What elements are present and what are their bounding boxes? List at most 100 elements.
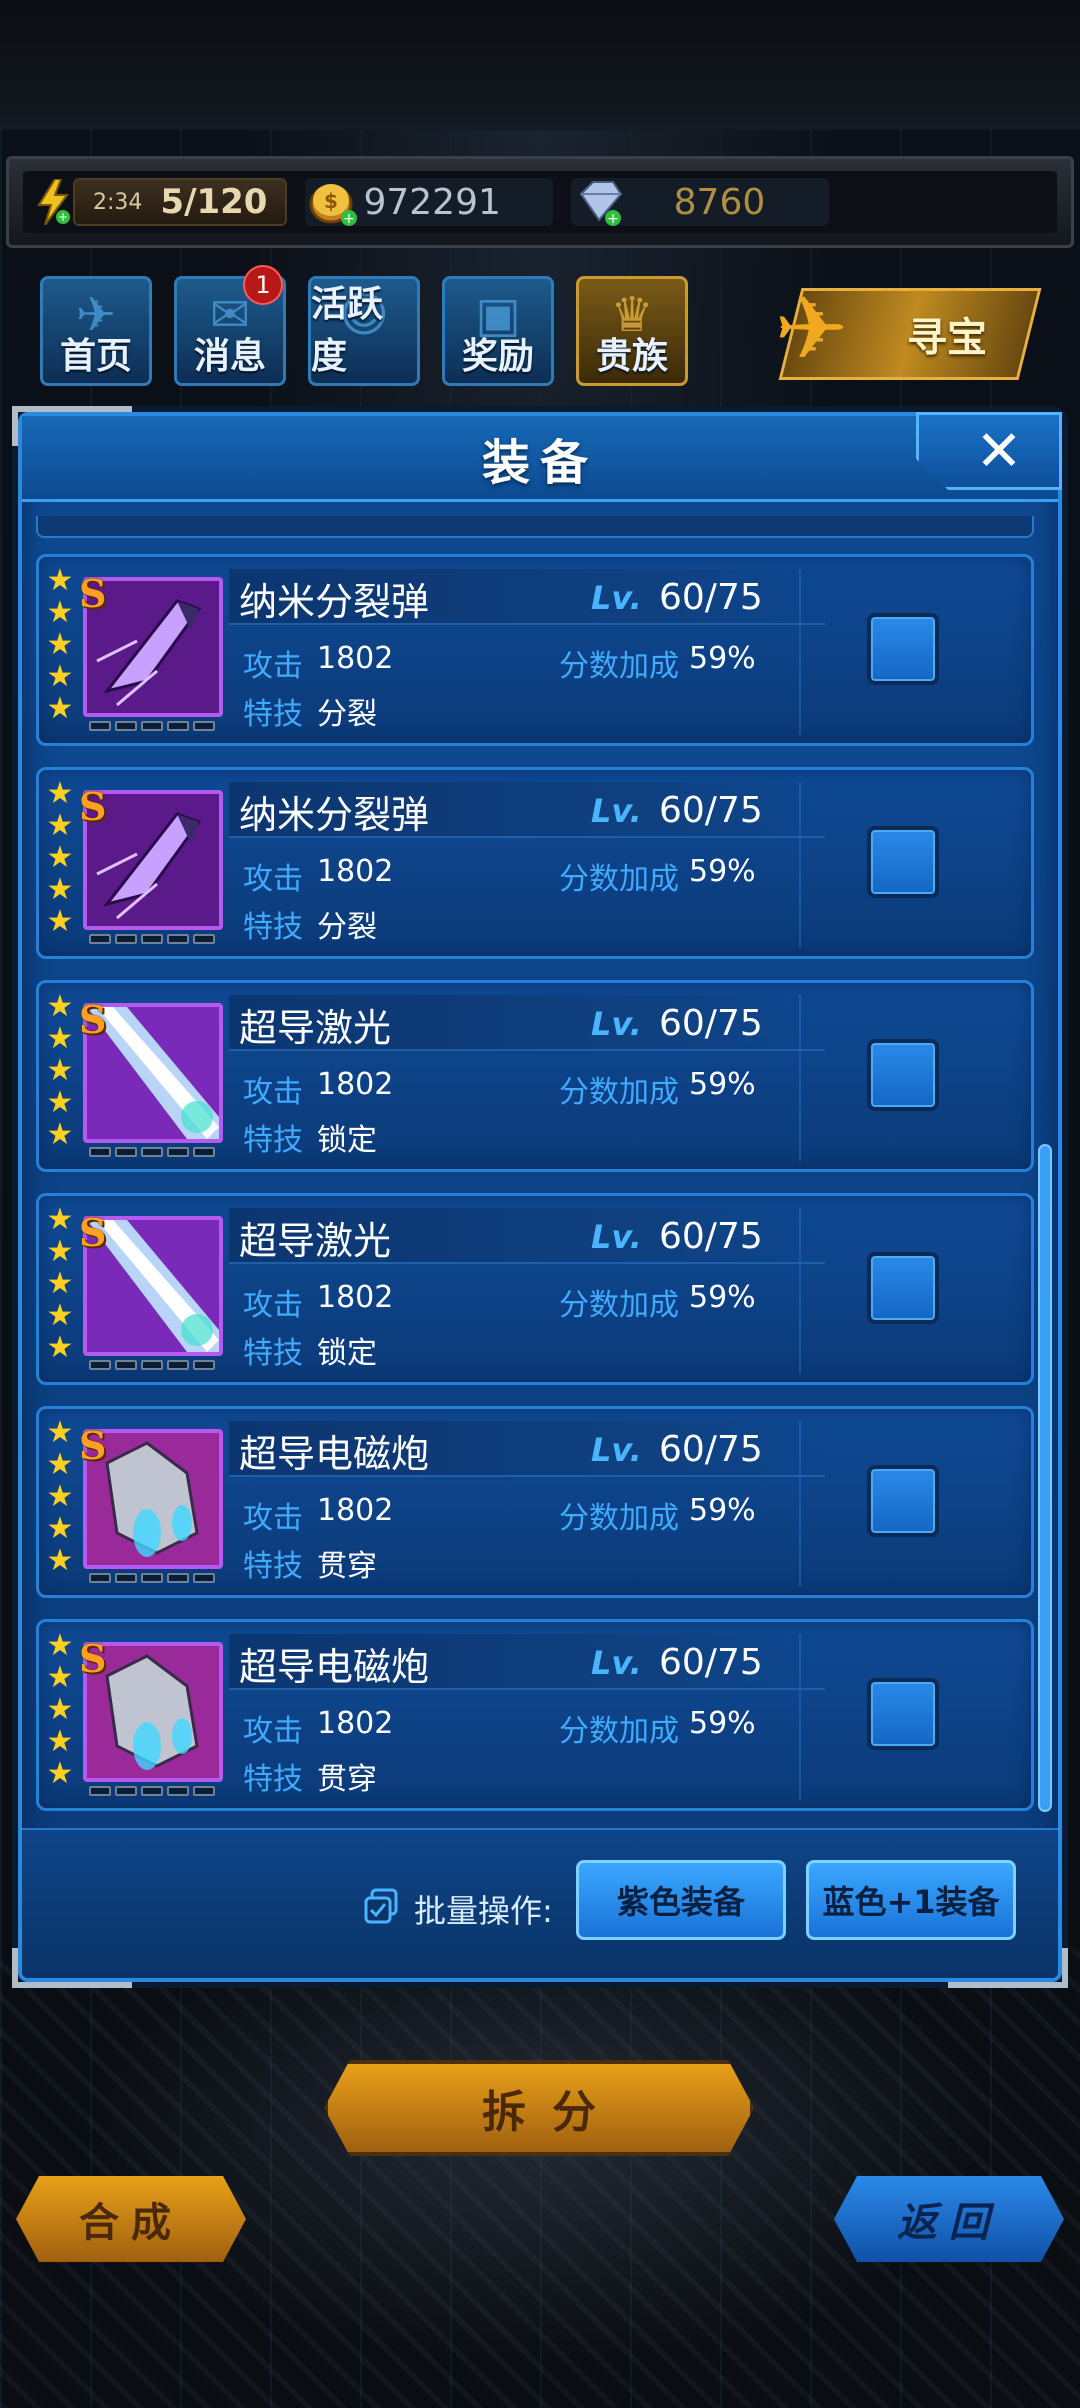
divider — [799, 1208, 801, 1374]
nav-home-label: 首页 — [59, 336, 132, 377]
bonus-value: 59% — [689, 854, 756, 889]
top-mech-frame — [0, 0, 1080, 130]
slot-icon — [115, 721, 137, 731]
nav-rewards-label: 奖励 — [461, 336, 534, 377]
merge-button[interactable]: 合成 — [16, 2176, 246, 2262]
rank-badge: S — [79, 997, 107, 1042]
attack-value: 1802 — [317, 1067, 394, 1102]
split-button[interactable]: 拆分 — [324, 2060, 754, 2156]
nav-noble-button[interactable]: ♛ 贵族 — [576, 276, 688, 386]
gem-group[interactable]: + 8760 — [571, 178, 830, 227]
select-checkbox[interactable] — [867, 826, 939, 898]
svg-text:+: + — [58, 210, 68, 224]
rank-badge: S — [79, 1423, 107, 1468]
treasure-button[interactable]: ✈ 寻宝 — [774, 277, 1042, 380]
star-icon: ★ — [46, 659, 74, 694]
level-tag: Lv. — [591, 1431, 642, 1469]
slot-icon — [89, 1147, 111, 1157]
skill-value: 分裂 — [317, 697, 377, 732]
slot-icon — [141, 1147, 163, 1157]
skill-label: 特技 — [243, 1336, 303, 1371]
nav-activity-label: 活跃度 — [311, 284, 384, 377]
resource-bar: + 2:34 5/120 $ + 972291 + 8760 — [6, 156, 1074, 248]
select-purple-button[interactable]: 紫色装备 — [576, 1860, 786, 1940]
item-name: 超导激光 — [239, 1219, 392, 1263]
star-icon: ★ — [46, 1415, 74, 1450]
select-checkbox[interactable] — [867, 613, 939, 685]
list-item[interactable]: ★ ★ ★ ★ ★ S 超导激光 Lv. 60/75 攻击 1802 分数加成 59% … — [36, 1193, 1034, 1385]
equipment-list[interactable]: ★ ★ ★ ★ ★ S 纳米分裂弹 Lv. 60/75 攻击 1802 分数加成 59%… — [36, 516, 1034, 1826]
level-value: 60/75 — [659, 1429, 763, 1470]
rarity-stars: ★ ★ ★ ★ ★ — [45, 1205, 75, 1363]
nav-messages-button[interactable]: ✉ 消息 1 — [174, 265, 286, 386]
level-value: 60/75 — [659, 1642, 763, 1683]
slot-icon — [115, 934, 137, 944]
bonus-value: 59% — [689, 1067, 756, 1102]
slot-icon — [89, 1786, 111, 1796]
select-checkbox[interactable] — [867, 1678, 939, 1750]
level-tag: Lv. — [591, 1005, 642, 1043]
star-icon: ★ — [46, 1724, 74, 1759]
select-checkbox[interactable] — [867, 1465, 939, 1537]
star-icon: ★ — [46, 1756, 74, 1791]
close-button[interactable]: ✕ — [916, 412, 1062, 490]
divider — [799, 569, 801, 735]
list-item[interactable]: ★ ★ ★ ★ ★ S 超导电磁炮 Lv. 60/75 攻击 1802 分数加成 59%… — [36, 1619, 1034, 1811]
item-name: 超导激光 — [239, 1006, 392, 1050]
equipment-panel: 装备 ✕ ★ ★ ★ ★ ★ S 纳米分裂弹 Lv. 60/75 攻击 1802 分数加… — [12, 406, 1068, 1988]
list-item[interactable]: ★ ★ ★ ★ ★ S 纳米分裂弹 Lv. 60/75 攻击 1802 分数加成 59%… — [36, 554, 1034, 746]
attack-label: 攻击 — [243, 1501, 303, 1536]
notification-badge: 1 — [243, 265, 283, 305]
level-value: 60/75 — [659, 1003, 763, 1044]
diamond-icon: + — [580, 181, 623, 227]
slot-icon — [115, 1360, 137, 1370]
skill-label: 特技 — [243, 697, 303, 732]
energy-group[interactable]: + 2:34 5/120 — [33, 176, 288, 228]
item-name: 超导电磁炮 — [239, 1645, 430, 1689]
bonus-value: 59% — [689, 1493, 756, 1528]
slot-icon — [115, 1147, 137, 1157]
back-label: 返回 — [897, 2200, 1001, 2246]
batch-select-icon — [364, 1888, 398, 1924]
skill-value: 锁定 — [317, 1123, 377, 1158]
slot-icon — [141, 721, 163, 731]
nav-rewards-button[interactable]: ▣ 奖励 — [442, 276, 554, 386]
coin-value: 972291 — [363, 181, 501, 223]
bonus-label: 分数加成 — [559, 862, 679, 897]
slot-icon — [193, 1360, 215, 1370]
batch-bar: 批量操作: 紫色装备 蓝色+1装备 — [22, 1828, 1058, 1978]
divider — [799, 995, 801, 1161]
level-value: 60/75 — [659, 1216, 763, 1257]
attack-value: 1802 — [317, 641, 394, 676]
slot-icon — [141, 934, 163, 944]
list-item[interactable]: ★ ★ ★ ★ ★ S 纳米分裂弹 Lv. 60/75 攻击 1802 分数加成 59%… — [36, 767, 1034, 959]
level-tag: Lv. — [591, 1218, 642, 1256]
energy-count: 5/120 — [160, 182, 268, 222]
select-blue-plus1-button[interactable]: 蓝色+1装备 — [806, 1860, 1016, 1940]
attack-label: 攻击 — [243, 1075, 303, 1110]
select-checkbox[interactable] — [867, 1252, 939, 1324]
gem-slots — [89, 1360, 215, 1370]
treasure-label: 寻宝 — [907, 315, 987, 361]
slot-icon — [193, 1573, 215, 1583]
nav-activity-button[interactable]: ☺ 活跃度 — [308, 276, 420, 386]
item-name: 纳米分裂弹 — [239, 580, 430, 624]
attack-label: 攻击 — [243, 1714, 303, 1749]
select-checkbox[interactable] — [867, 1039, 939, 1111]
slot-icon — [167, 934, 189, 944]
list-item-partial — [36, 516, 1034, 538]
list-item[interactable]: ★ ★ ★ ★ ★ S 超导电磁炮 Lv. 60/75 攻击 1802 分数加成 59%… — [36, 1406, 1034, 1598]
item-name: 超导电磁炮 — [239, 1432, 430, 1476]
merge-label: 合成 — [79, 2200, 183, 2246]
list-item[interactable]: ★ ★ ★ ★ ★ S 超导激光 Lv. 60/75 攻击 1802 分数加成 59% … — [36, 980, 1034, 1172]
star-icon: ★ — [46, 1511, 74, 1546]
scrollbar[interactable] — [1038, 1144, 1052, 1812]
level-tag: Lv. — [591, 792, 642, 830]
rarity-stars: ★ ★ ★ ★ ★ — [45, 992, 75, 1150]
nav-home-button[interactable]: ✈ 首页 — [40, 276, 152, 386]
slot-icon — [193, 934, 215, 944]
back-button[interactable]: 返回 — [834, 2176, 1064, 2262]
star-icon: ★ — [46, 627, 74, 662]
coin-group[interactable]: $ + 972291 — [305, 178, 554, 227]
star-icon: ★ — [46, 1021, 74, 1056]
